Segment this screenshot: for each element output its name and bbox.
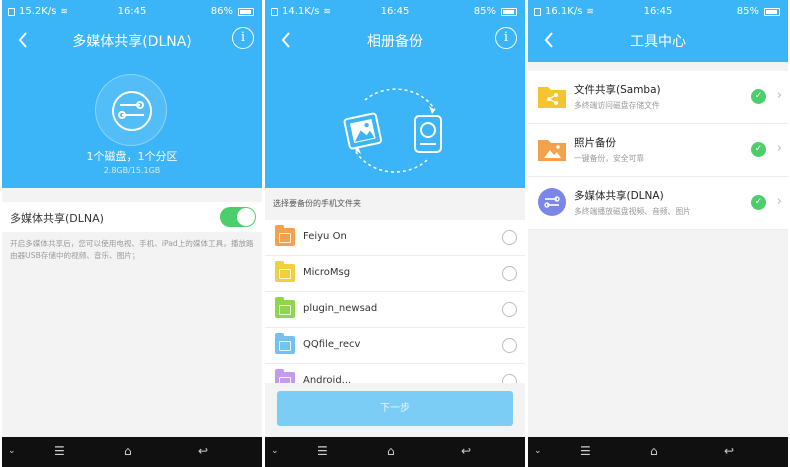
phone-album-backup: 14.1K/s ≋ 16:45 85% 相册备份 i 选择要备份的手机文件夹 Fe… (265, 0, 525, 467)
menu-icon[interactable]: ☰ (580, 444, 591, 458)
toggle-label: 多媒体共享(DLNA) (10, 212, 104, 225)
chevron-down-icon[interactable]: ⌄ (271, 446, 279, 456)
page-title: 相册备份 (367, 34, 423, 50)
footer-area: 下一步 (265, 383, 525, 437)
info-button[interactable]: i (232, 27, 254, 49)
status-bar: 16.1K/s ≋ 16:45 85% (528, 0, 788, 24)
chevron-right-icon: › (776, 141, 782, 156)
chevron-right-icon: › (776, 194, 782, 209)
home-icon[interactable]: ⌂ (650, 444, 658, 458)
chevron-down-icon[interactable]: ⌄ (8, 446, 16, 456)
folder-icon (275, 369, 295, 383)
select-radio[interactable] (502, 338, 517, 353)
page-title: 多媒体共享(DLNA) (72, 34, 192, 50)
battery-level: 86% (210, 6, 233, 17)
folder-list: Feiyu On MicroMsg plugin_newsad QQfile_r… (265, 220, 525, 383)
tool-subtitle: 一键备份，安全可靠 (574, 154, 645, 163)
list-item[interactable]: Feiyu On (265, 220, 525, 256)
dlna-toggle-switch[interactable] (220, 207, 256, 227)
info-icon: i (240, 30, 246, 45)
battery-icon (501, 7, 517, 16)
check-icon: ✓ (751, 142, 766, 157)
folder-name: Android... (303, 375, 352, 383)
back-arrow-icon[interactable]: ↩ (198, 444, 208, 458)
dlna-description: 开启多媒体共享后，您可以使用电视、手机、iPad上的媒体工具，播放路由器USB存… (10, 239, 254, 260)
section-header: 选择要备份的手机文件夹 (265, 188, 525, 220)
disk-info: 1个磁盘，1个分区 (86, 150, 178, 163)
top-bar: 相册备份 i (265, 24, 525, 60)
chevron-down-icon[interactable]: ⌄ (534, 446, 542, 456)
system-nav-bar: ⌄ ☰ ⌂ ↩ (265, 437, 525, 467)
tool-subtitle: 多终端访问磁盘存储文件 (574, 101, 660, 110)
dlna-icon (538, 188, 566, 216)
page-title: 工具中心 (630, 34, 686, 50)
tool-subtitle: 多终端播放磁盘视频、音频、图片 (574, 207, 691, 216)
share-folder-icon (538, 87, 566, 108)
select-radio[interactable] (502, 302, 517, 317)
photo-folder-icon (538, 140, 566, 161)
list-item[interactable]: MicroMsg (265, 256, 525, 292)
menu-icon[interactable]: ☰ (317, 444, 328, 458)
tool-title: 文件共享(Samba) (574, 84, 661, 96)
battery-icon (238, 7, 254, 16)
info-button[interactable]: i (495, 27, 517, 49)
battery-level: 85% (473, 6, 496, 17)
chevron-right-icon: › (776, 88, 782, 103)
battery-level: 85% (736, 6, 759, 17)
tool-title: 照片备份 (574, 137, 616, 149)
phone-dlna: 15.2K/s ≋ 16:45 86% 多媒体共享(DLNA) i 1个磁盘，1个… (2, 0, 262, 467)
tool-title: 多媒体共享(DLNA) (574, 190, 664, 202)
folder-icon (275, 297, 295, 318)
menu-icon[interactable]: ☰ (54, 444, 65, 458)
dlna-hero-icon (95, 74, 167, 146)
home-icon[interactable]: ⌂ (124, 444, 132, 458)
check-icon: ✓ (751, 89, 766, 104)
folder-icon (275, 261, 295, 282)
select-radio[interactable] (502, 266, 517, 281)
folder-icon (275, 333, 295, 354)
tool-list: 文件共享(Samba) 多终端访问磁盘存储文件 ✓ › 照片备份 一键备份，安全… (528, 71, 788, 230)
tool-item-photo-backup[interactable]: 照片备份 一键备份，安全可靠 ✓ › (528, 124, 788, 177)
system-nav-bar: ⌄ ☰ ⌂ ↩ (528, 437, 788, 467)
list-item[interactable]: Android... (265, 364, 525, 383)
check-icon: ✓ (751, 195, 766, 210)
status-bar: 15.2K/s ≋ 16:45 86% (2, 0, 262, 24)
back-arrow-icon[interactable]: ↩ (724, 444, 734, 458)
system-nav-bar: ⌄ ☰ ⌂ ↩ (2, 437, 262, 467)
section-label: 选择要备份的手机文件夹 (273, 199, 361, 208)
home-icon[interactable]: ⌂ (387, 444, 395, 458)
status-bar: 14.1K/s ≋ 16:45 85% (265, 0, 525, 24)
next-step-button[interactable]: 下一步 (277, 391, 513, 426)
list-item[interactable]: plugin_newsad (265, 292, 525, 328)
dlna-toggle-row: 多媒体共享(DLNA) (2, 202, 262, 232)
tool-item-samba[interactable]: 文件共享(Samba) 多终端访问磁盘存储文件 ✓ › (528, 71, 788, 124)
disk-usage: 2.8GB/15.1GB (103, 166, 161, 175)
folder-icon (275, 225, 295, 246)
folder-name: Feiyu On (303, 231, 347, 242)
folder-name: QQfile_recv (303, 339, 361, 350)
battery-icon (764, 7, 780, 16)
top-bar: 工具中心 (528, 24, 788, 60)
list-item[interactable]: QQfile_recv (265, 328, 525, 364)
top-bar: 多媒体共享(DLNA) i (2, 24, 262, 60)
back-arrow-icon[interactable]: ↩ (461, 444, 471, 458)
select-radio[interactable] (502, 374, 517, 383)
info-icon: i (503, 30, 509, 45)
select-radio[interactable] (502, 230, 517, 245)
tool-item-dlna[interactable]: 多媒体共享(DLNA) 多终端播放磁盘视频、音频、图片 ✓ › (528, 177, 788, 230)
photo-to-storage-icon (343, 88, 442, 173)
phone-tool-center: 16.1K/s ≋ 16:45 85% 工具中心 文件共享(Samba) 多终端访… (528, 0, 788, 467)
folder-name: plugin_newsad (303, 303, 378, 314)
folder-name: MicroMsg (303, 267, 351, 278)
